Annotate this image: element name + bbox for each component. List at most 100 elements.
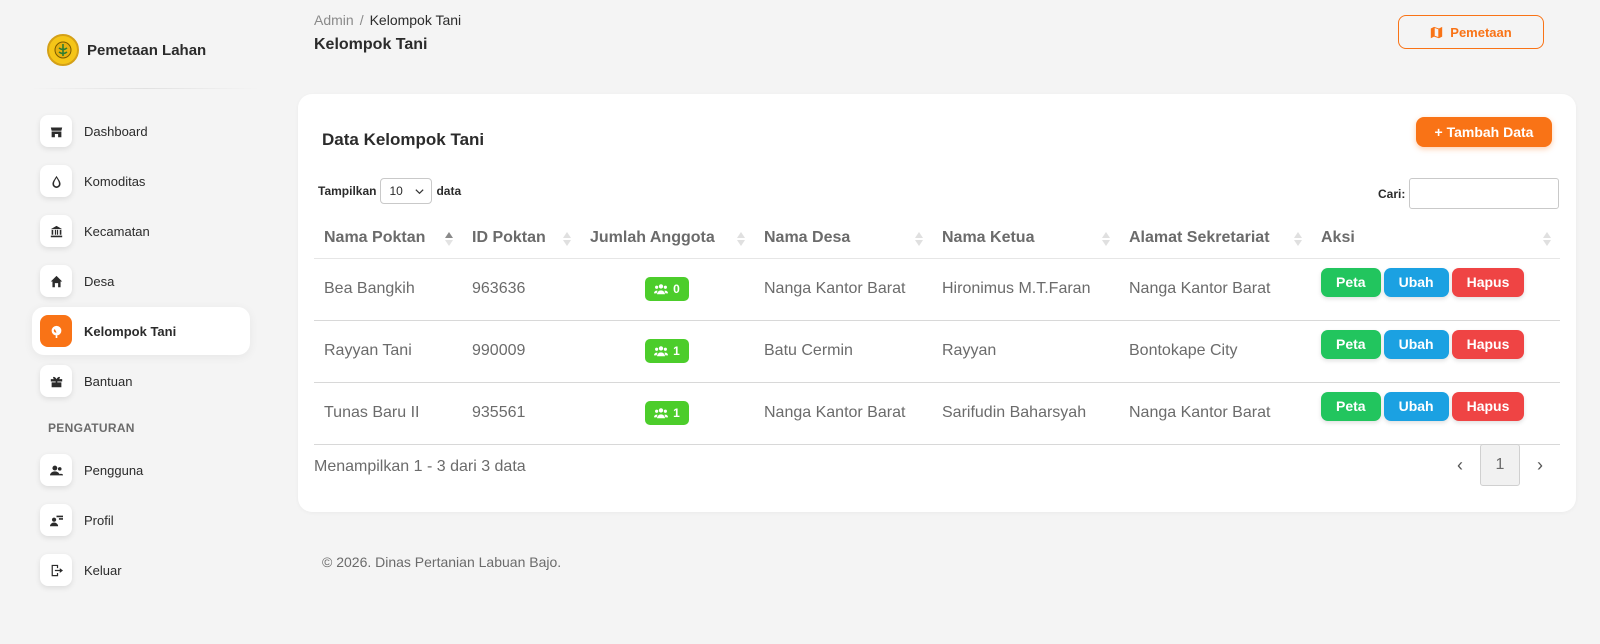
cell-alamat: Bontokape City [1119,320,1311,383]
bank-icon [40,215,72,247]
table-row: Rayyan Tani 990009 1 Batu Cermin Rayyan … [314,320,1560,383]
sidebar-item-kelompok-tani[interactable]: Kelompok Tani [32,307,250,355]
hapus-button[interactable]: Hapus [1451,267,1525,297]
brand-name: Pemetaan Lahan [87,41,207,59]
page-length-control: Tampilkan 10 data [318,178,461,204]
page-number-button[interactable]: 1 [1480,444,1520,486]
column-label: ID Poktan [472,228,546,246]
peta-button[interactable]: Peta [1321,391,1381,421]
peta-button[interactable]: Peta [1321,267,1381,297]
search-input[interactable] [1409,178,1560,209]
member-count-badge[interactable]: 1 [645,401,689,425]
next-page-button[interactable]: › [1520,444,1560,486]
sidebar-item-keluar[interactable]: Keluar [32,546,250,594]
cell-nama-desa: Nanga Kantor Barat [754,382,932,445]
member-count: 1 [673,344,680,358]
page-length-select[interactable]: 10 [380,178,433,204]
cell-nama-ketua: Hironimus M.T.Faran [932,258,1119,321]
pemetaan-button[interactable]: Pemetaan [1398,15,1544,49]
sidebar-item-label: Desa [84,273,115,289]
member-count-badge[interactable]: 0 [645,277,689,301]
breadcrumb: Admin / Kelompok Tani [314,12,461,28]
ubah-button[interactable]: Ubah [1383,329,1449,359]
sidebar-item-pengguna[interactable]: Pengguna [32,446,250,494]
search-label: Cari: [1378,186,1406,201]
brand[interactable]: Pemetaan Lahan [47,34,206,66]
sort-asc-icon [445,232,453,246]
chevron-down-icon [415,188,425,194]
users-icon [654,408,669,419]
column-header-nama-ketua[interactable]: Nama Ketua [932,218,1119,259]
table-header-row: Nama Poktan ID Poktan Jumlah Anggota Nam… [314,218,1560,259]
home-icon [40,265,72,297]
cell-nama-poktan: Rayyan Tani [314,320,462,383]
users-icon [40,454,72,486]
column-label: Alamat Sekretariat [1129,228,1270,246]
settings-section-label: PENGATURAN [48,421,135,435]
breadcrumb-separator: / [359,12,364,28]
member-count: 1 [673,406,680,420]
map-icon [1431,26,1443,38]
column-header-aksi[interactable]: Aksi [1311,218,1560,259]
sidebar: Pemetaan Lahan Dashboard Komoditas Kecam… [0,0,270,644]
brand-logo-icon [47,34,79,66]
cell-nama-desa: Nanga Kantor Barat [754,258,932,321]
logout-icon [40,554,72,586]
table-row: Bea Bangkih 963636 0 Nanga Kantor Barat … [314,258,1560,321]
table-row: Tunas Baru II 935561 1 Nanga Kantor Bara… [314,382,1560,445]
peta-button[interactable]: Peta [1321,329,1381,359]
sidebar-item-label: Profil [84,512,114,528]
column-header-nama-desa[interactable]: Nama Desa [754,218,932,259]
cell-alamat: Nanga Kantor Barat [1119,258,1311,321]
column-header-jumlah-anggota[interactable]: Jumlah Anggota [580,218,754,259]
column-label: Nama Desa [764,228,851,246]
sort-icon [1294,232,1302,246]
column-header-alamat-sekretariat[interactable]: Alamat Sekretariat [1119,218,1311,259]
sort-icon [1543,232,1551,246]
add-data-button[interactable]: + Tambah Data [1416,117,1552,147]
cell-jumlah-anggota: 1 [580,382,754,445]
footer: © 2026. Dinas Pertanian Labuan Bajo. [322,554,562,570]
ubah-button[interactable]: Ubah [1383,267,1449,297]
prev-page-button[interactable]: ‹ [1440,444,1480,486]
sidebar-item-label: Kelompok Tani [84,323,177,339]
column-header-id-poktan[interactable]: ID Poktan [462,218,580,259]
users-icon [654,346,669,357]
sidebar-item-komoditas[interactable]: Komoditas [32,157,250,205]
sidebar-item-desa[interactable]: Desa [32,257,250,305]
cell-nama-desa: Batu Cermin [754,320,932,383]
card-title: Data Kelompok Tani [322,130,485,149]
sidebar-item-kecamatan[interactable]: Kecamatan [32,207,250,255]
column-label: Jumlah Anggota [590,228,715,246]
member-count-badge[interactable]: 1 [645,339,689,363]
sort-icon [915,232,923,246]
cell-nama-poktan: Bea Bangkih [314,258,462,321]
ubah-button[interactable]: Ubah [1383,391,1449,421]
hapus-button[interactable]: Hapus [1451,329,1525,359]
search-control: Cari: [1378,178,1560,209]
sidebar-item-dashboard[interactable]: Dashboard [32,107,250,155]
sidebar-item-label: Dashboard [84,123,148,139]
cell-aksi: Peta Ubah Hapus [1311,258,1560,321]
data-table: Nama Poktan ID Poktan Jumlah Anggota Nam… [314,218,1560,445]
users-icon [654,284,669,295]
sidebar-item-label: Komoditas [84,173,146,189]
breadcrumb-root[interactable]: Admin [314,12,354,28]
hapus-button[interactable]: Hapus [1451,391,1525,421]
sidebar-item-profil[interactable]: Profil [32,496,250,544]
cell-nama-ketua: Sarifudin Baharsyah [932,382,1119,445]
cell-id-poktan: 935561 [462,382,580,445]
sidebar-item-bantuan[interactable]: Bantuan [32,357,250,405]
sort-icon [563,232,571,246]
cell-nama-poktan: Tunas Baru II [314,382,462,445]
column-label: Nama Ketua [942,228,1035,246]
cell-id-poktan: 963636 [462,258,580,321]
column-label: Nama Poktan [324,228,426,246]
sidebar-item-label: Keluar [84,562,122,578]
gift-icon [40,365,72,397]
pagination: ‹ 1 › [1440,444,1560,486]
column-header-nama-poktan[interactable]: Nama Poktan [314,218,462,259]
pemetaan-label: Pemetaan [1450,24,1512,40]
cell-nama-ketua: Rayyan [932,320,1119,383]
data-card: Data Kelompok Tani + Tambah Data Tampilk… [298,94,1576,512]
